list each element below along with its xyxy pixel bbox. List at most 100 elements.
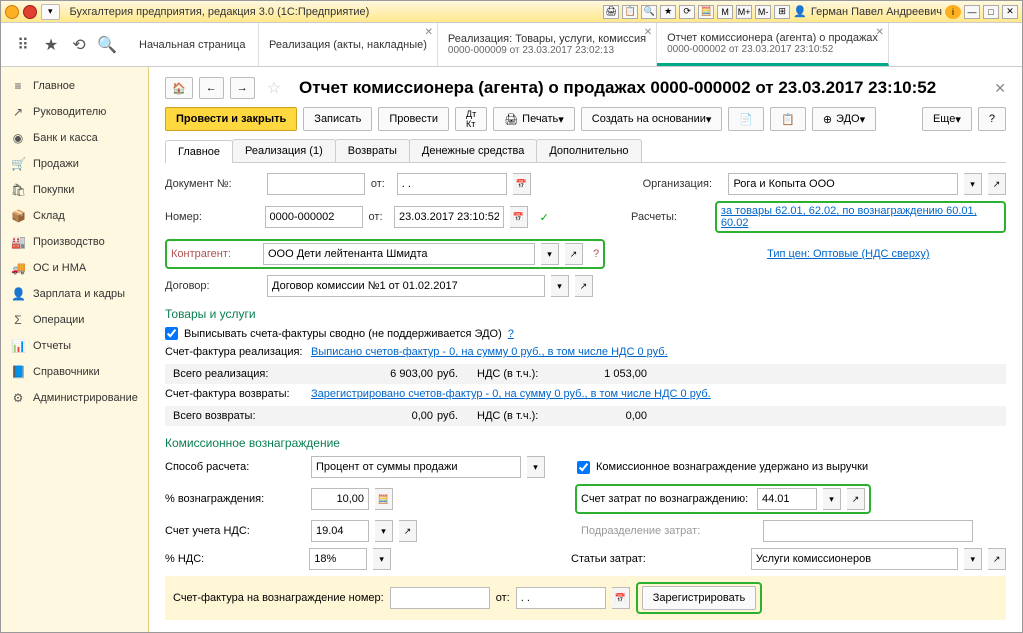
dropdown-icon[interactable]: ▾ — [527, 456, 545, 478]
sidebar-item-salary[interactable]: 👤Зарплата и кадры — [1, 281, 148, 307]
tb-icon-calc[interactable]: 🧮 — [698, 5, 714, 19]
price-type-link[interactable]: Тип цен: Оптовые (НДС сверху) — [767, 248, 929, 260]
sidebar-item-sales[interactable]: 🛒Продажи — [1, 151, 148, 177]
dropdown-icon[interactable]: ▾ — [375, 520, 393, 542]
percent-input[interactable] — [311, 488, 369, 510]
close-icon[interactable]: ✕ — [876, 27, 884, 38]
cost-account-input[interactable] — [757, 488, 817, 510]
doc-icon-1[interactable]: 📄 — [728, 107, 764, 131]
subtab-main[interactable]: Главное — [165, 140, 233, 163]
help-button[interactable]: ? — [978, 107, 1006, 131]
sidebar-item-assets[interactable]: 🚚ОС и НМА — [1, 255, 148, 281]
close-window-button[interactable]: ✕ — [1002, 5, 1018, 19]
dropdown-icon[interactable]: ▾ — [41, 4, 60, 20]
info-icon[interactable]: i — [945, 5, 961, 19]
print-button[interactable]: 🖨 Печать ▾ — [493, 107, 575, 131]
open-icon[interactable]: ↗ — [399, 520, 417, 542]
dropdown-icon[interactable]: ▾ — [541, 243, 559, 265]
contragent-input[interactable] — [263, 243, 535, 265]
method-input[interactable] — [311, 456, 521, 478]
subtab-realization[interactable]: Реализация (1) — [232, 139, 336, 162]
minimize-button[interactable]: — — [964, 5, 980, 19]
post-button[interactable]: Провести — [378, 107, 449, 131]
post-close-button[interactable]: Провести и закрыть — [165, 107, 297, 131]
sf-real-link[interactable]: Выписано счетов-фактур - 0, на сумму 0 р… — [311, 346, 668, 358]
back-button[interactable]: ← — [199, 77, 224, 99]
close-icon[interactable]: ✕ — [425, 27, 433, 38]
dropdown-icon[interactable]: ▾ — [964, 173, 982, 195]
dropdown-icon[interactable]: ▾ — [964, 548, 982, 570]
close-icon[interactable]: ✕ — [644, 27, 652, 38]
sidebar-item-bank[interactable]: ◉Банк и касса — [1, 125, 148, 151]
more-button[interactable]: Еще ▾ — [922, 107, 972, 131]
m-plus-button[interactable]: M+ — [736, 5, 752, 19]
sidebar-item-production[interactable]: 🏭Производство — [1, 229, 148, 255]
user-badge[interactable]: 👤 Герман Павел Андреевич — [793, 5, 942, 18]
dt-kt-button[interactable]: ДтКт — [455, 107, 487, 131]
sidebar-item-admin[interactable]: ⚙Администрирование — [1, 385, 148, 411]
sidebar-item-main[interactable]: ≡Главное — [1, 73, 148, 99]
open-icon[interactable]: ↗ — [565, 243, 583, 265]
tab-realization-goods[interactable]: Реализация: Товары, услуги, комиссия 000… — [438, 23, 657, 66]
tb-icon-grid[interactable]: ⊞ — [774, 5, 790, 19]
help-link[interactable]: ? — [508, 328, 514, 340]
apps-icon[interactable]: ⠿ — [13, 35, 33, 55]
tb-icon-5[interactable]: ⟳ — [679, 5, 695, 19]
sf-number-input[interactable] — [390, 587, 490, 609]
tab-start-page[interactable]: Начальная страница — [129, 23, 259, 66]
open-icon[interactable]: ↗ — [988, 548, 1006, 570]
nds-account-input[interactable] — [311, 520, 369, 542]
subtab-additional[interactable]: Дополнительно — [536, 139, 641, 162]
create-based-button[interactable]: Создать на основании ▾ — [581, 107, 723, 131]
register-button[interactable]: Зарегистрировать — [642, 586, 757, 610]
org-input[interactable] — [728, 173, 958, 195]
maximize-button[interactable]: □ — [983, 5, 999, 19]
calc-icon[interactable]: 🧮 — [375, 488, 393, 510]
tb-icon-3[interactable]: 🔍 — [641, 5, 657, 19]
dropdown-icon[interactable]: ▾ — [551, 275, 569, 297]
from-date-2-input[interactable] — [394, 206, 504, 228]
calendar-icon[interactable]: 📅 — [510, 206, 528, 228]
number-input[interactable] — [265, 206, 363, 228]
history-icon[interactable]: ⟲ — [69, 35, 89, 55]
tab-commissioner-report[interactable]: Отчет комиссионера (агента) о продажах 0… — [657, 23, 889, 66]
cost-item-input[interactable] — [751, 548, 959, 570]
sidebar-item-operations[interactable]: ΣОперации — [1, 307, 148, 333]
calc-link[interactable]: за товары 62.01, 62.02, по вознаграждени… — [721, 205, 977, 229]
home-button[interactable]: 🏠 — [165, 77, 193, 99]
close-page-button[interactable]: ✕ — [994, 80, 1006, 97]
sidebar-item-warehouse[interactable]: 📦Склад — [1, 203, 148, 229]
summary-invoice-checkbox[interactable] — [165, 327, 178, 340]
m-minus-button[interactable]: M- — [755, 5, 771, 19]
held-checkbox[interactable] — [577, 461, 590, 474]
sidebar-item-reports[interactable]: 📊Отчеты — [1, 333, 148, 359]
from-date-1-input[interactable] — [397, 173, 507, 195]
forward-button[interactable]: → — [230, 77, 255, 99]
write-button[interactable]: Записать — [303, 107, 372, 131]
calendar-icon[interactable]: 📅 — [513, 173, 531, 195]
tb-icon-2[interactable]: 📋 — [622, 5, 638, 19]
search-icon[interactable]: 🔍 — [97, 35, 117, 55]
sidebar-item-manager[interactable]: ↗Руководителю — [1, 99, 148, 125]
open-icon[interactable]: ↗ — [988, 173, 1006, 195]
m-button[interactable]: M — [717, 5, 733, 19]
edo-button[interactable]: ⊕ ЭДО ▾ — [812, 107, 876, 131]
doc-icon-2[interactable]: 📋 — [770, 107, 806, 131]
dropdown-icon[interactable]: ▾ — [373, 548, 391, 570]
sf-date-input[interactable] — [516, 587, 606, 609]
calendar-icon[interactable]: 📅 — [612, 587, 630, 609]
doc-num-input[interactable] — [267, 173, 365, 195]
nds-pct-input[interactable] — [309, 548, 367, 570]
sidebar-item-purchases[interactable]: 🛍Покупки — [1, 177, 148, 203]
star-icon[interactable]: ★ — [41, 35, 61, 55]
tab-realization[interactable]: Реализация (акты, накладные) ✕ — [259, 23, 438, 66]
tb-icon-1[interactable]: 🖨 — [603, 5, 619, 19]
subtab-returns[interactable]: Возвраты — [335, 139, 410, 162]
subtab-cash[interactable]: Денежные средства — [409, 139, 537, 162]
favorite-star-icon[interactable]: ☆ — [261, 77, 287, 99]
tb-icon-4[interactable]: ★ — [660, 5, 676, 19]
sf-ret-link[interactable]: Зарегистрировано счетов-фактур - 0, на с… — [311, 388, 711, 400]
open-icon[interactable]: ↗ — [575, 275, 593, 297]
open-icon[interactable]: ↗ — [847, 488, 865, 510]
sidebar-item-references[interactable]: 📘Справочники — [1, 359, 148, 385]
